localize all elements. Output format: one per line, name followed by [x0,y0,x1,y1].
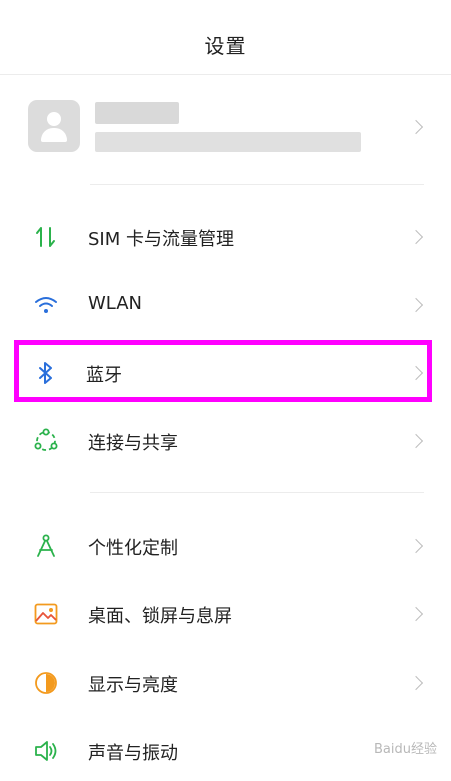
title-bar: 设置 [0,0,451,75]
chevron-right-icon [408,297,424,313]
section-divider [90,492,424,493]
settings-item-wlan[interactable]: WLAN [0,276,451,334]
section-divider [90,184,424,185]
bluetooth-icon [33,360,59,386]
settings-item-label: 蓝牙 [86,365,122,386]
account-row[interactable] [0,92,451,166]
settings-item-bluetooth[interactable]: 蓝牙 [0,344,451,402]
chevron-right-icon [408,433,424,449]
wifi-icon [33,292,59,318]
settings-item-label: 桌面、锁屏与息屏 [88,606,232,627]
settings-item-label: 连接与共享 [88,433,178,454]
watermark: Baidu经验 [374,742,437,757]
sim-data-arrows-icon [33,224,59,250]
blurred-account-detail [95,132,361,152]
settings-screen: 设置 SIM 卡与流量管理 WLAN 蓝牙 连接与共享 个性化定制 桌面、锁屏与… [0,0,451,781]
brightness-icon [33,670,59,696]
connection-share-icon [33,428,59,454]
settings-item-display[interactable]: 显示与亮度 [0,654,451,712]
avatar-placeholder-icon [28,100,80,152]
chevron-right-icon [408,538,424,554]
wallpaper-icon [33,601,59,627]
chevron-right-icon [408,229,424,245]
settings-item-label: WLAN [88,293,143,314]
page-title: 设置 [204,34,247,58]
chevron-right-icon [408,119,424,135]
settings-item-label: SIM 卡与流量管理 [88,229,234,250]
settings-item-sim[interactable]: SIM 卡与流量管理 [0,208,451,266]
blurred-account-name [95,102,179,124]
settings-item-desktop[interactable]: 桌面、锁屏与息屏 [0,585,451,643]
chevron-right-icon [408,675,424,691]
chevron-right-icon [408,365,424,381]
settings-item-connection[interactable]: 连接与共享 [0,412,451,470]
compass-customize-icon [33,533,59,559]
settings-item-label: 个性化定制 [88,538,178,559]
settings-item-label: 显示与亮度 [88,675,178,696]
chevron-right-icon [408,606,424,622]
speaker-icon [33,738,59,764]
settings-item-label: 声音与振动 [88,743,178,764]
settings-item-personalization[interactable]: 个性化定制 [0,517,451,575]
